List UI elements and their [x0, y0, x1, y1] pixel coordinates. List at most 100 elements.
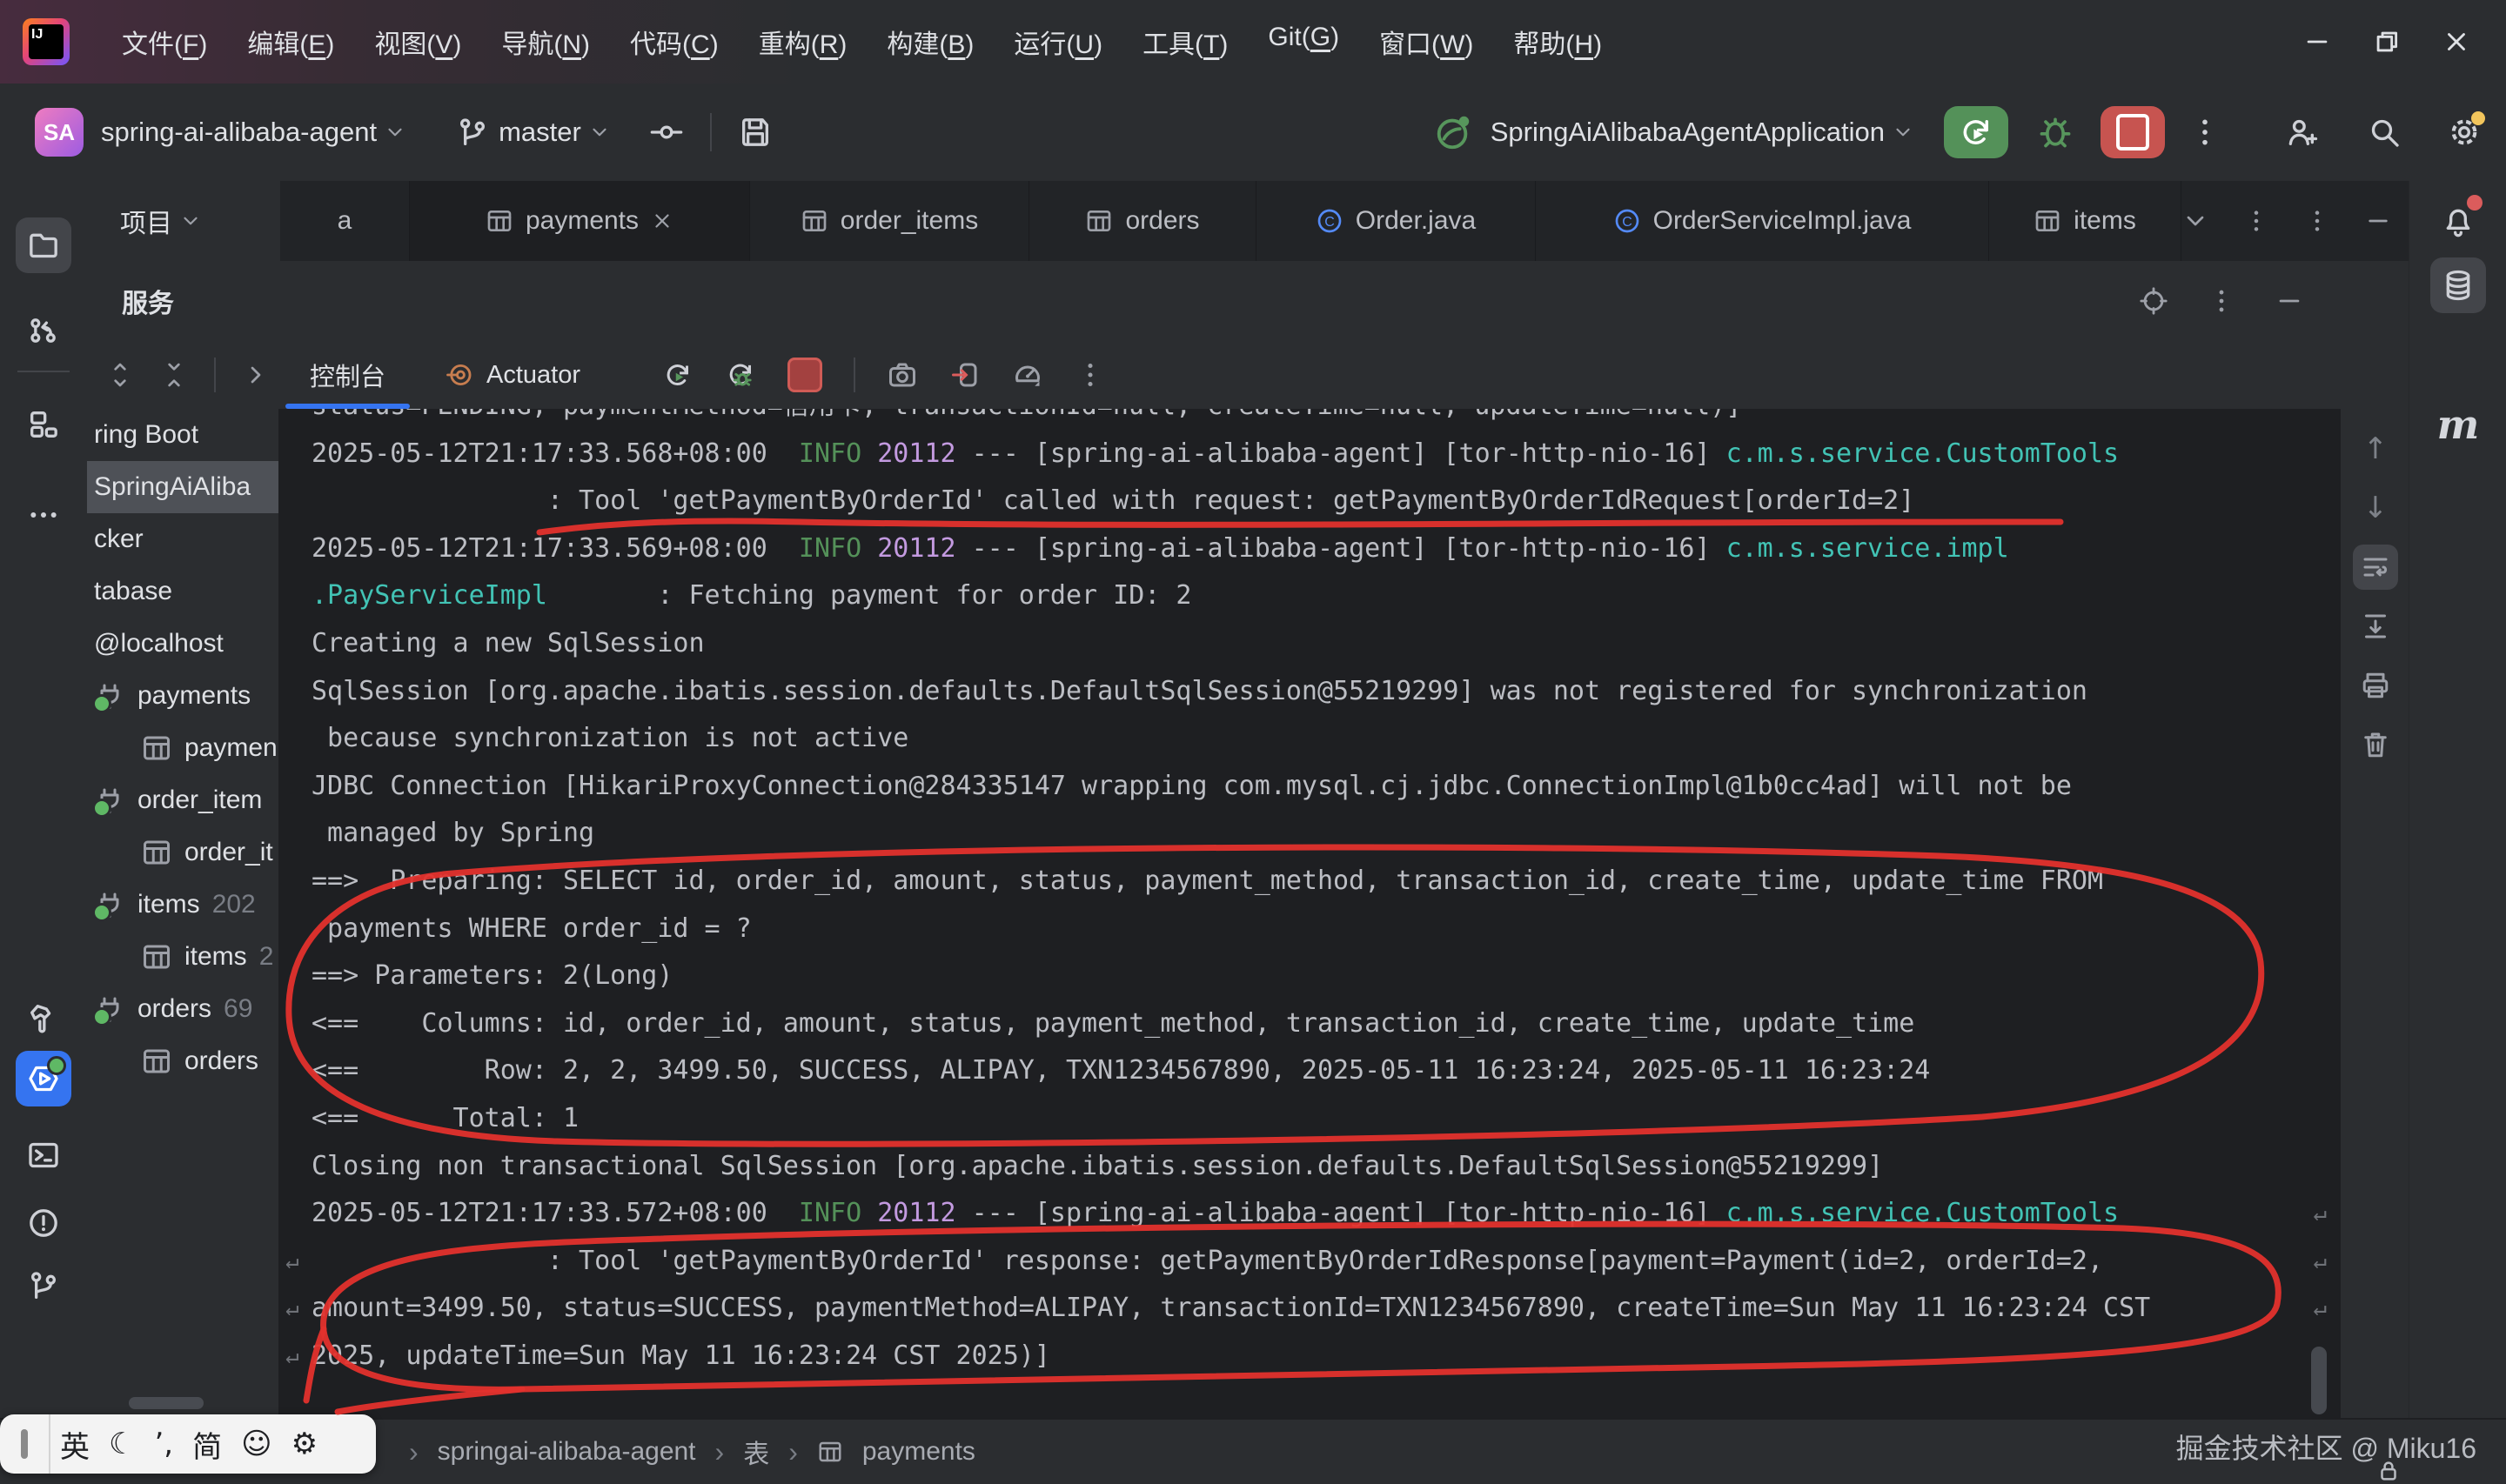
ime-item-4[interactable]: ☺ [231, 1427, 281, 1461]
close-tab-icon[interactable] [651, 210, 673, 232]
save-icon[interactable] [738, 115, 773, 150]
structure-tool-icon[interactable] [16, 397, 71, 452]
menu-item[interactable]: 窗口(W) [1365, 14, 1487, 70]
menu-item[interactable]: 运行(U) [1000, 14, 1116, 70]
scroll-up-icon[interactable]: ↑ [2353, 426, 2398, 471]
soft-wrap-toggle-icon[interactable] [2353, 545, 2398, 590]
locate-target-icon[interactable] [2139, 286, 2168, 316]
tree-item-cker[interactable]: cker [87, 513, 278, 565]
print-console-icon[interactable] [2353, 663, 2398, 708]
hide-panel-minus-icon[interactable] [2275, 286, 2304, 316]
more-tools-icon[interactable] [16, 487, 71, 543]
menu-item[interactable]: 构建(B) [873, 14, 988, 70]
hide-tabs-minus-icon[interactable] [2364, 207, 2392, 235]
breadcrumb-item[interactable]: springai-alibaba-agent [438, 1437, 696, 1467]
database-tool-icon[interactable] [2430, 257, 2486, 313]
tree-item-SpringAiAliba[interactable]: SpringAiAliba [87, 461, 278, 513]
breadcrumb-item[interactable]: payments [862, 1437, 975, 1467]
window-restore-icon[interactable] [2372, 27, 2402, 57]
commit-icon[interactable] [649, 115, 684, 150]
expand-all-icon[interactable] [106, 361, 134, 389]
console-vertical-scrollbar[interactable] [2311, 1347, 2327, 1414]
profiler-gauge-icon[interactable] [1012, 359, 1043, 391]
clear-console-icon[interactable] [2353, 722, 2398, 767]
menu-item[interactable]: 导航(N) [487, 14, 604, 70]
services-tool-icon[interactable] [16, 1051, 71, 1106]
tree-item--localhost[interactable]: @localhost [87, 618, 278, 670]
ime-item-1[interactable]: ☾ [99, 1427, 144, 1461]
branch-selector[interactable]: master [499, 117, 581, 148]
console-tab-控制台[interactable]: 控制台 [280, 341, 415, 409]
window-close-icon[interactable] [2442, 27, 2471, 57]
menu-item[interactable]: 文件(F) [108, 14, 221, 70]
console-output[interactable]: status=PENDING, paymentMethod=信用卡, trans… [280, 409, 2339, 1418]
menu-item[interactable]: 重构(R) [745, 14, 861, 70]
tree-item-orders[interactable]: orders [87, 1035, 278, 1087]
collapse-all-icon[interactable] [160, 361, 188, 389]
ime-item-2[interactable]: ’, [144, 1427, 183, 1461]
ime-item-5[interactable]: ⚙ [282, 1427, 327, 1461]
ime-item-3[interactable]: 简 [183, 1423, 231, 1466]
stop-process-icon[interactable] [787, 358, 823, 392]
menu-item[interactable]: Git(G) [1254, 14, 1353, 70]
scroll-down-icon[interactable]: ↓ [2353, 485, 2398, 531]
rerun-debug-icon[interactable] [725, 359, 756, 391]
terminal-tool-icon[interactable] [16, 1127, 71, 1183]
git-tool-icon[interactable] [16, 1258, 71, 1314]
editor-tab-payments[interactable]: payments [410, 181, 750, 261]
editor-tab-a[interactable]: a [280, 181, 410, 261]
ime-toolbar[interactable]: 英 ☾’, 简 ☺ ⚙ [0, 1414, 376, 1474]
options-kebab-icon[interactable] [2207, 286, 2236, 316]
menu-item[interactable]: 代码(C) [616, 14, 733, 70]
debug-button[interactable] [2036, 113, 2074, 151]
thread-dump-camera-icon[interactable] [887, 359, 918, 391]
project-panel-header[interactable]: 项目 [87, 181, 282, 262]
editor-tab-orders[interactable]: orders [1029, 181, 1256, 261]
project-avatar[interactable]: SA [35, 108, 84, 157]
code-with-me-user-icon[interactable] [2283, 115, 2318, 150]
window-minimize-icon[interactable] [2302, 27, 2332, 57]
notifications-bell-icon[interactable] [2430, 193, 2486, 249]
rerun-console-icon[interactable] [662, 359, 694, 391]
menu-item[interactable]: 编辑(E) [233, 14, 348, 70]
tree-horizontal-scrollbar[interactable] [129, 1397, 204, 1409]
ime-item-0[interactable]: 英 [50, 1423, 99, 1466]
tabs-kebab-icon[interactable] [2242, 207, 2270, 235]
menu-item[interactable]: 视图(V) [360, 14, 475, 70]
version-control-tool-icon[interactable] [16, 303, 71, 358]
panel-kebab-icon[interactable] [2303, 207, 2331, 235]
console-kebab-icon[interactable] [1075, 359, 1106, 391]
editor-tab-order_items[interactable]: order_items [750, 181, 1029, 261]
breadcrumb-item[interactable]: 表 [743, 1433, 769, 1471]
console-tab-Actuator[interactable]: Actuator [415, 341, 610, 409]
problems-tool-icon[interactable] [16, 1195, 71, 1251]
editor-tab-items[interactable]: items [1989, 181, 2181, 261]
tree-item-order_item[interactable]: order_item [87, 774, 278, 826]
tree-item-payments[interactable]: payments [87, 670, 278, 722]
more-actions-kebab-icon[interactable] [2188, 115, 2222, 150]
editor-tab-OrderServiceImpl-java[interactable]: C OrderServiceImpl.java [1536, 181, 1989, 261]
search-everywhere-icon[interactable] [2367, 115, 2402, 150]
tree-item-items[interactable]: items 202 [87, 879, 278, 931]
stop-button[interactable] [2101, 106, 2165, 158]
project-tool-icon[interactable] [16, 217, 71, 273]
settings-gear-icon[interactable] [2447, 111, 2485, 150]
scroll-to-end-icon[interactable] [2353, 604, 2398, 649]
tree-item-ring-Boot[interactable]: ring Boot [87, 409, 278, 461]
menu-item[interactable]: 工具(T) [1129, 14, 1242, 70]
rerun-button[interactable] [1944, 106, 2008, 158]
run-configuration-selector[interactable]: SpringAiAlibabaAgentApplication [1491, 117, 1885, 148]
menu-item[interactable]: 帮助(H) [1499, 14, 1616, 70]
editor-tab-Order-java[interactable]: C Order.java [1256, 181, 1536, 261]
tree-item-order_it[interactable]: order_it [87, 826, 278, 879]
tree-item-items[interactable]: items 2 [87, 931, 278, 983]
tree-item-tabase[interactable]: tabase [87, 565, 278, 618]
attach-console-icon[interactable] [949, 359, 981, 391]
chevron-right-icon[interactable] [242, 361, 270, 389]
build-tool-icon[interactable] [16, 990, 71, 1046]
tree-item-paymen[interactable]: paymen [87, 722, 278, 774]
mybatis-m-icon[interactable]: m [2430, 397, 2486, 452]
project-selector[interactable]: spring-ai-alibaba-agent [101, 117, 377, 148]
tabs-dropdown-icon[interactable] [2181, 207, 2209, 235]
tree-item-orders[interactable]: orders 69 [87, 983, 278, 1035]
